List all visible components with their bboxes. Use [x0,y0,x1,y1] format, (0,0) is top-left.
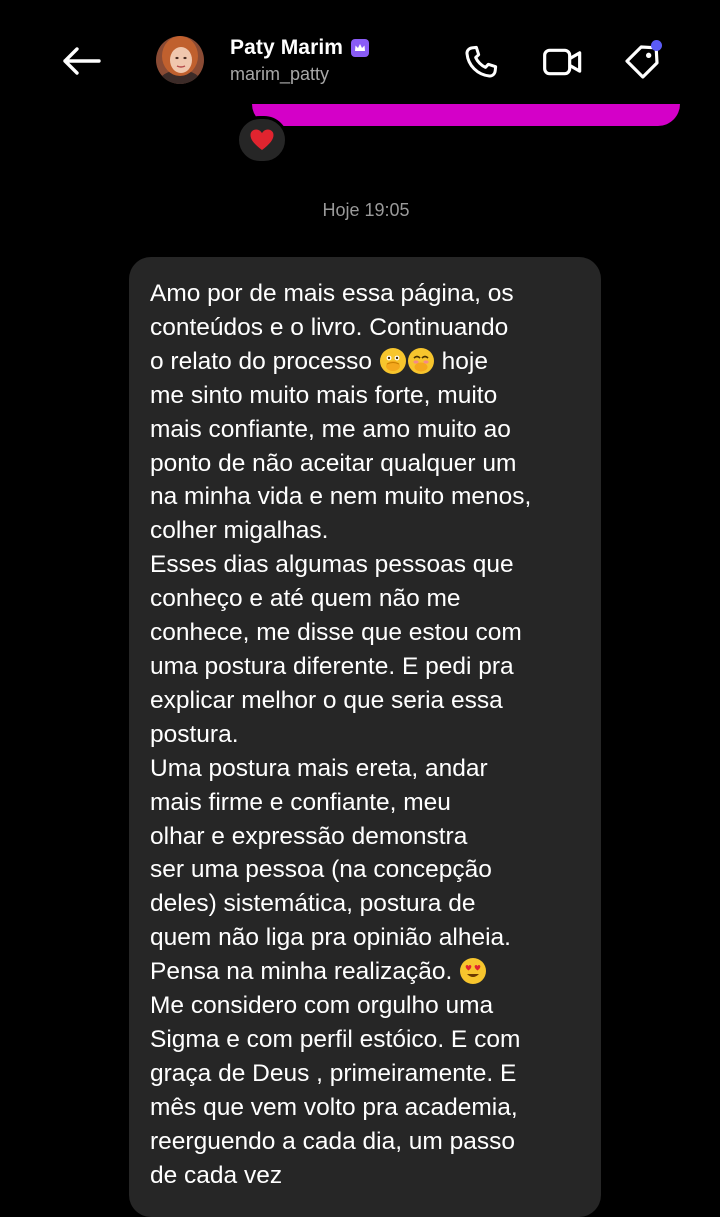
face-with-hand-over-mouth-icon [407,347,434,374]
message-line: ponto de não aceitar qualquer um [150,449,517,477]
contact-username: marim_patty [230,64,330,84]
video-call-button[interactable] [541,40,585,84]
tag-button[interactable] [620,40,664,84]
message-line: uma postura diferente. E pedi pra [150,652,514,680]
message-line: conteúdos e o livro. Continuando [150,313,509,341]
message-line: na minha vida e nem muito menos, [150,483,532,511]
smiling-face-with-heart-eyes-icon [460,958,487,985]
contact-info[interactable]: Paty Marim marim_patty [230,34,370,85]
message-line: quem não liga pra opinião alheia. [150,924,511,952]
video-camera-icon [543,48,582,76]
message-line: conheço e até quem não me [150,585,461,613]
message-line: mais firme e confiante, meu [150,788,451,816]
avatar[interactable] [156,36,204,84]
message-line: graça de Deus , primeiramente. E [150,1059,517,1087]
crown-badge-icon [351,39,370,57]
message-bubble[interactable]: Amo por de mais essa página, os conteúdo… [129,257,601,1217]
message-reaction[interactable] [236,116,288,164]
chat-header: Paty Marim marim_patty [0,0,720,110]
message-line: o relato do processo hoje [150,347,488,375]
contact-name: Paty Marim [230,36,344,59]
message-line: colher migalhas. [150,517,329,545]
message-line: mais confiante, me amo muito ao [150,415,511,443]
message-line: reerguendo a cada dia, um passo [150,1127,516,1155]
previous-message-bubble[interactable] [252,104,680,126]
message-line: Amo por de mais essa página, os [150,280,514,307]
message-line: Me considero com orgulho uma [150,992,494,1020]
message-line: Sigma e com perfil estóico. E com [150,1025,521,1053]
face-with-open-eyes-and-hand-over-mouth-icon [379,347,406,374]
message-timestamp: Hoje 19:05 [322,200,410,220]
message-line: postura. [150,720,239,748]
message-line: de cada vez [150,1161,283,1189]
message-line: deles) sistemática, postura de [150,890,476,918]
arrow-left-icon [63,47,101,75]
message-line: olhar e expressão demonstra [150,822,468,850]
message-line: Esses dias algumas pessoas que [150,551,514,579]
red-heart-icon [250,129,274,150]
message-line: me sinto muito mais forte, muito [150,381,498,409]
message-line: Uma postura mais ereta, andar [150,754,488,782]
call-button[interactable] [459,40,503,84]
message-line: mês que vem volto pra academia, [150,1093,518,1121]
message-line: ser uma pessoa (na concepção [150,856,492,884]
notification-dot [651,40,662,51]
back-button[interactable] [56,38,106,84]
message-line: Pensa na minha realização. [150,955,581,989]
message-line: explicar melhor o que seria essa [150,686,503,714]
phone-icon [465,45,498,78]
message-line: conhece, me disse que estou com [150,619,522,647]
